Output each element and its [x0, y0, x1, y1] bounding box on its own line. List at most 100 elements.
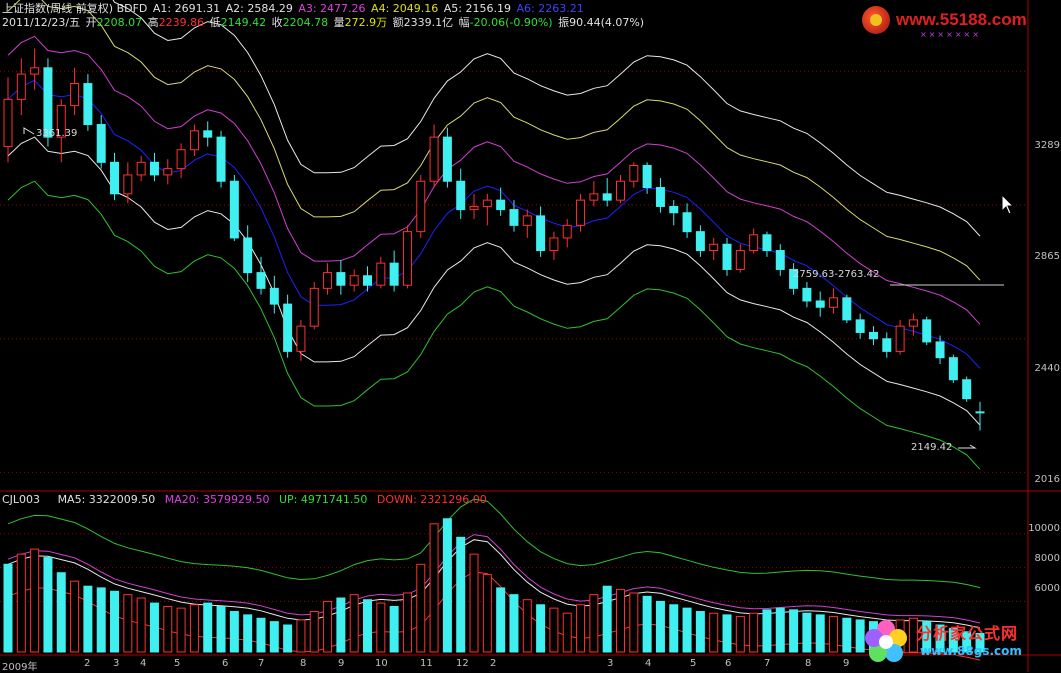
up-label: UP: 4971741.50 — [278, 493, 368, 506]
indicator-header: CJL003 MA5: 3322009.50 MA20: 3579929.50 … — [2, 493, 489, 506]
candle-body — [442, 136, 452, 182]
swing-label: 振 — [558, 16, 570, 29]
volume-bar — [722, 614, 732, 653]
time-tick: 9 — [338, 658, 345, 669]
volume-label: 量 — [333, 16, 345, 29]
volume-bar — [629, 592, 639, 653]
site-logo-bottom: 分析家公式网 www.88gs.com — [858, 612, 1061, 672]
candle-body — [176, 149, 186, 170]
candle-body — [629, 164, 639, 182]
candle-body — [149, 161, 159, 176]
down-label: DOWN: 2321296.00 — [376, 493, 487, 506]
candle-body — [30, 67, 40, 75]
candle-body — [83, 83, 93, 126]
candle-body — [110, 161, 120, 195]
candle-body — [549, 237, 559, 252]
ohlc-header: 2011/12/23/五 开2208.07 高2239.86 低2149.42 … — [2, 16, 646, 29]
candle-body — [775, 250, 785, 270]
volume-tick-6000: 6000 — [1034, 583, 1060, 594]
magenta-band-line — [7, 35, 981, 325]
volume-bar — [509, 594, 519, 653]
time-tick: 11 — [420, 658, 433, 669]
time-tick: 3 — [113, 658, 120, 669]
logo-stars: ××××××× — [920, 30, 981, 39]
time-tick: 6 — [222, 658, 229, 669]
volume-bar — [536, 604, 546, 653]
candle-body — [402, 231, 412, 286]
volume-bar — [216, 605, 226, 653]
candle-body — [655, 187, 665, 207]
logo-url: www.55188.com — [896, 10, 1027, 29]
volume-bar — [549, 607, 559, 653]
swing-value: 90.44(4.07%) — [569, 16, 645, 29]
volume-value: 272.9万 — [344, 16, 388, 29]
close-value: 2204.78 — [282, 16, 329, 29]
volume-bars — [3, 518, 985, 653]
yellow-band-line — [7, 0, 981, 281]
time-tick: 5 — [690, 658, 697, 669]
price-header: 上证指数(周线 前复权) BDFD A1: 2691.31 A2: 2584.2… — [2, 2, 586, 15]
high-label: 高 — [147, 16, 159, 29]
candle-body — [229, 180, 239, 239]
time-tick: 8 — [805, 658, 812, 669]
volume-bar — [83, 585, 93, 653]
volume-bar — [349, 594, 359, 653]
candle-body — [602, 193, 612, 201]
volume-bar — [695, 611, 705, 653]
candle-body — [336, 272, 346, 286]
candle-body — [189, 130, 199, 151]
candle-body — [829, 297, 839, 308]
candle-body — [256, 272, 266, 289]
param-a5: A5: 2156.19 — [443, 2, 511, 15]
upper-white-band-line — [112, 0, 981, 237]
low-label: 低 — [209, 16, 221, 29]
volume-bar — [762, 609, 772, 653]
volume-tick-10000: 10000 — [1028, 523, 1060, 534]
candle-body — [163, 168, 173, 176]
range-annotation: 2759.63-2763.42 — [793, 269, 880, 280]
candle-body — [709, 243, 719, 252]
volume-bar — [576, 604, 586, 653]
candle-body — [722, 243, 732, 270]
price-candles — [3, 48, 985, 431]
volume-bar — [456, 536, 466, 653]
lower-white-band-line — [7, 136, 981, 426]
volume-bar — [655, 600, 665, 653]
volume-bar — [136, 597, 146, 653]
amount-label: 额 — [392, 16, 404, 29]
volume-bar — [709, 612, 719, 653]
param-a2: A2: 2584.29 — [225, 2, 293, 15]
candle-body — [416, 180, 426, 233]
volume-bar — [269, 621, 279, 653]
volume-bar — [336, 597, 346, 653]
candle-body — [948, 357, 958, 381]
amount-value: 2339.1亿 — [403, 16, 454, 29]
mouse-pointer-icon — [1001, 194, 1015, 215]
candle-body — [456, 180, 466, 211]
candle-body — [576, 199, 586, 226]
date-label: 2011/12/23/五 — [2, 16, 81, 29]
time-tick: 8 — [300, 658, 307, 669]
open-label: 开 — [85, 16, 97, 29]
candle-body — [868, 331, 878, 340]
volume-bar — [163, 605, 173, 653]
time-tick: 2 — [490, 658, 497, 669]
candle-body — [935, 341, 945, 359]
price-tick-2016: 2016 — [1034, 474, 1060, 485]
candle-body — [735, 250, 745, 270]
candle-body — [815, 300, 825, 308]
candle-body — [522, 215, 532, 226]
candle-body — [669, 205, 679, 214]
volume-bar — [589, 594, 599, 653]
volume-bar — [602, 585, 612, 653]
price-tick-3289: 3289 — [1034, 140, 1060, 151]
candle-body — [562, 224, 572, 239]
candle-body — [682, 212, 692, 233]
candle-body — [536, 215, 546, 252]
volume-bar — [789, 609, 799, 653]
candle-body — [323, 272, 333, 289]
volume-bar — [615, 589, 625, 653]
volume-bar — [842, 617, 852, 653]
low-value: 2149.42 — [220, 16, 267, 29]
candle-body — [296, 325, 306, 352]
